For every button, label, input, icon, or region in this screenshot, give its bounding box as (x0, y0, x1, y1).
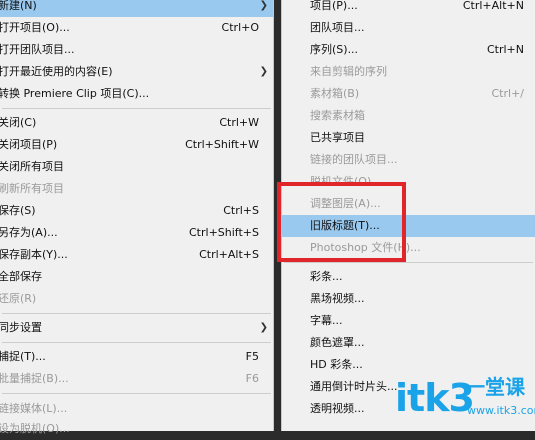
submenu-arrow-icon: ❯ (259, 322, 268, 333)
menu-item-save-as[interactable]: 另存为(A)... Ctrl+Shift+S (0, 222, 273, 244)
submenu-item-sequence[interactable]: 序列(S)... Ctrl+N (282, 39, 535, 61)
submenu-item-black-video[interactable]: 黑场视频... (282, 288, 535, 310)
menu-item-batch-capture: 批量捕捉(B)... F6 (0, 372, 259, 385)
file-menu: 新建(N) ❯ 打开项目(O)... Ctrl+O 打开团队项目... 打开最近使用… (0, 0, 274, 435)
submenu-item-linked-team-project: 链接的团队项目... (310, 153, 398, 166)
submenu-item-search-bin: 搜索素材箱 (310, 109, 365, 122)
submenu-item-adjustment-layer: 调整图层(A)... (310, 197, 381, 210)
submenu-item-offline-file: 脱机文件(O)... (310, 175, 382, 185)
submenu-item-transparent-video[interactable]: 透明视频... (282, 398, 535, 420)
menu-gap (274, 0, 281, 431)
menu-item-convert-clip[interactable]: 转换 Premiere Clip 项目(C)... (0, 83, 273, 105)
menu-item-save-all[interactable]: 全部保存 (0, 266, 273, 288)
submenu-item-color-matte[interactable]: 颜色遮罩... (282, 332, 535, 354)
menu-item-sync-settings[interactable]: 同步设置 ❯ (0, 317, 273, 339)
menu-item-new[interactable]: 新建(N) ❯ (0, 0, 273, 17)
submenu-item-captions[interactable]: 字幕... (282, 310, 535, 332)
submenu-arrow-icon: ❯ (259, 66, 268, 77)
menu-item-close-project[interactable]: 关闭项目(P) Ctrl+Shift+W (0, 134, 273, 156)
menu-separator (2, 342, 271, 343)
submenu-arrow-icon: ❯ (259, 0, 268, 11)
menu-separator (2, 313, 271, 314)
submenu-item-legacy-title[interactable]: 旧版标题(T)... (282, 215, 535, 237)
submenu-item-countdown-leader[interactable]: 通用倒计时片头... (282, 376, 535, 398)
menu-item-save[interactable]: 保存(S) Ctrl+S (0, 200, 273, 222)
menu-item-close-all-projects[interactable]: 关闭所有项目 (0, 156, 273, 178)
menu-item-refresh-all: 刷新所有项目 (0, 182, 64, 195)
menu-item-save-copy[interactable]: 保存副本(Y)... Ctrl+Alt+S (0, 244, 273, 266)
submenu-item-team-project[interactable]: 团队项目... (282, 17, 535, 39)
menu-separator (284, 262, 533, 263)
submenu-item-shared-project[interactable]: 已共享项目 (282, 127, 535, 149)
menu-item-make-offline: 设为脱机(O)... (0, 422, 70, 435)
menu-item-close[interactable]: 关闭(C) Ctrl+W (0, 112, 273, 134)
submenu-item-project[interactable]: 项目(P)... Ctrl+Alt+N (282, 0, 535, 17)
menu-item-open-recent[interactable]: 打开最近使用的内容(E) ❯ (0, 61, 273, 83)
submenu-item-bars-tone[interactable]: 彩条... (282, 266, 535, 288)
menu-separator (2, 108, 271, 109)
submenu-item-sequence-from-clip: 来自剪辑的序列 (310, 65, 387, 78)
submenu-item-bin: 素材箱(B) Ctrl+/ (310, 87, 524, 100)
menu-item-link-media: 链接媒体(L)... (0, 402, 68, 415)
submenu-item-photoshop-file: Photoshop 文件(H)... (310, 241, 421, 254)
new-submenu: 项目(P)... Ctrl+Alt+N 团队项目... 序列(S)... Ctrl+… (281, 0, 535, 431)
menu-item-capture[interactable]: 捕捉(T)... F5 (0, 346, 273, 368)
menu-separator (2, 393, 271, 394)
menu-item-revert: 还原(R) (0, 292, 37, 305)
menu-item-open-team-project[interactable]: 打开团队项目... (0, 39, 273, 61)
menu-item-open-project[interactable]: 打开项目(O)... Ctrl+O (0, 17, 273, 39)
submenu-item-hd-bars[interactable]: HD 彩条... (282, 354, 535, 376)
